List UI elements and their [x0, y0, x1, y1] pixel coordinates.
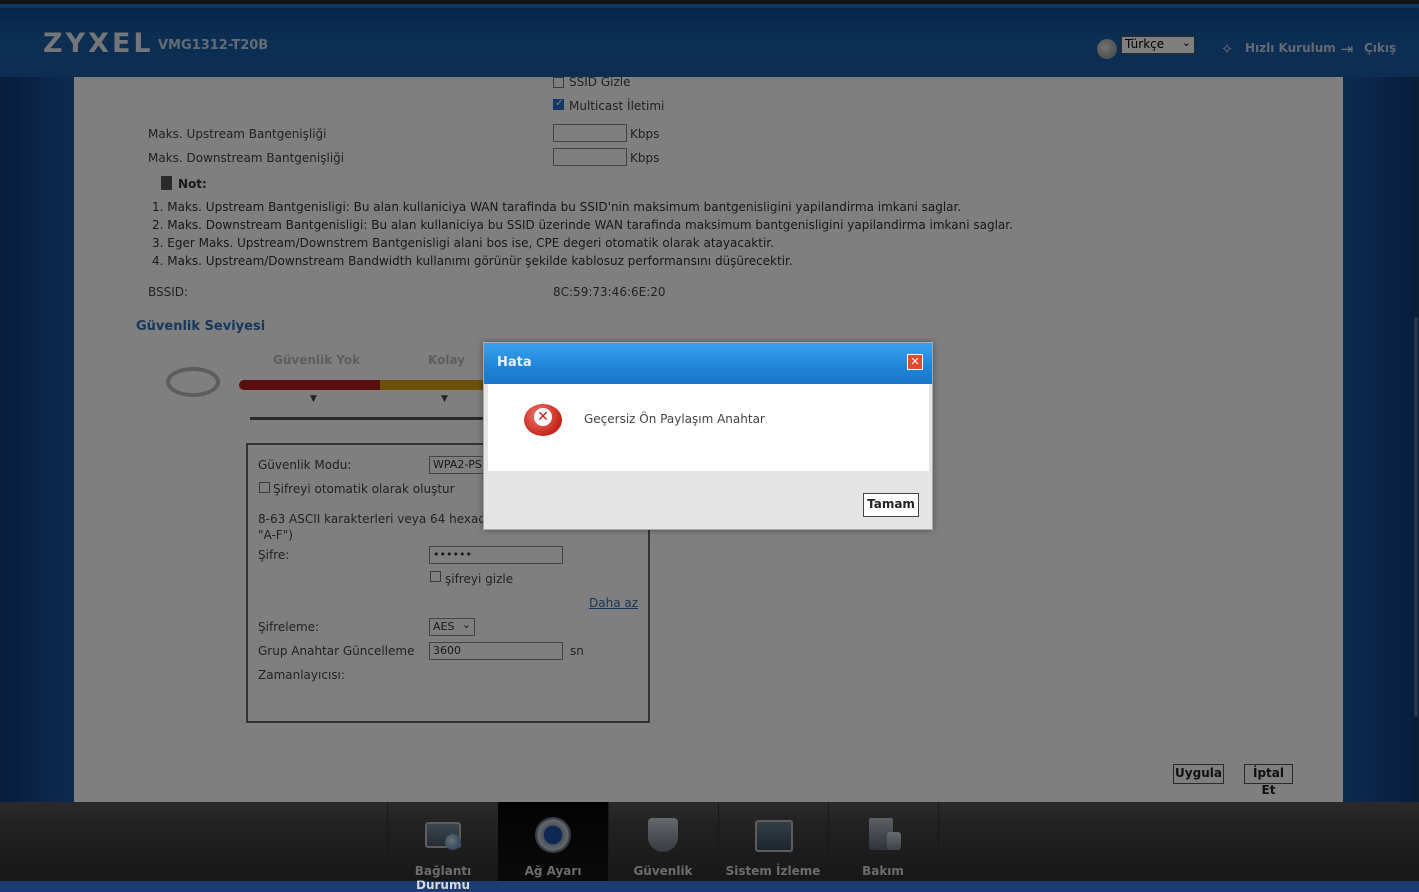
- error-dialog: Hata ✕ ✕ Geçersiz Ön Paylaşım Anahtar Ta…: [483, 342, 933, 530]
- dialog-title-bar[interactable]: Hata ✕: [484, 343, 932, 384]
- close-icon[interactable]: ✕: [907, 354, 923, 370]
- ok-button[interactable]: Tamam: [863, 493, 919, 517]
- error-message: Geçersiz Ön Paylaşım Anahtar: [584, 412, 765, 426]
- dialog-body: ✕ Geçersiz Ön Paylaşım Anahtar: [488, 384, 929, 471]
- dialog-title: Hata: [497, 355, 532, 370]
- error-icon: ✕: [524, 404, 562, 438]
